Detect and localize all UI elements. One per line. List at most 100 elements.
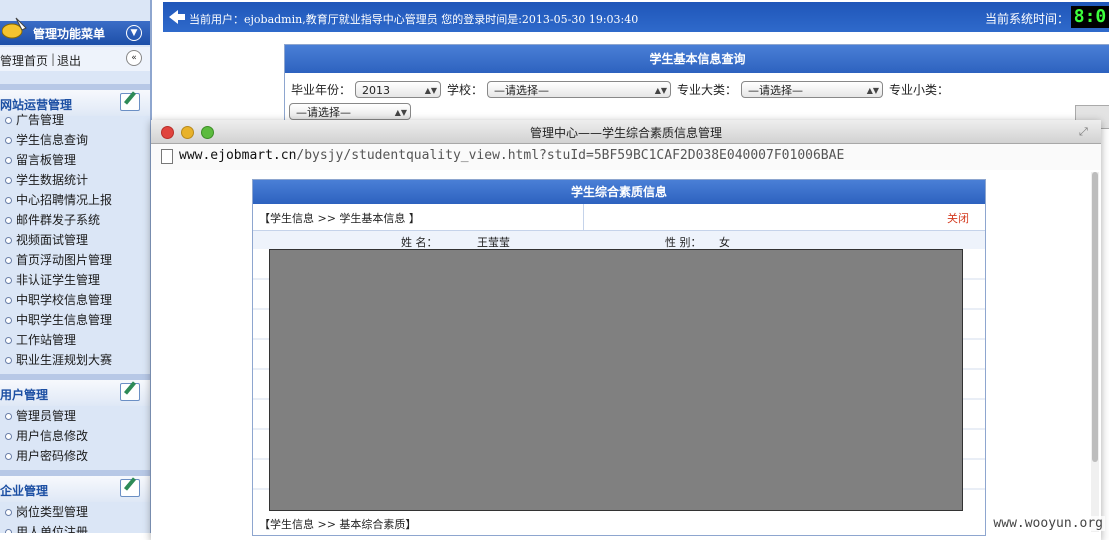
close-link[interactable]: 关闭 — [947, 210, 969, 226]
sidebar: 管理功能菜单 ▼ 管理首页 | 退出 « 网站运营管理 广告管理 学生信息查询 … — [0, 0, 152, 533]
sidebar-item-label: 学生数据统计 — [16, 173, 89, 187]
menu-header: 管理功能菜单 ▼ — [0, 17, 150, 45]
query-panel-title: 学生基本信息查询 — [285, 45, 1109, 73]
name-gender-row: 姓 名： 王莹莹 性 别： 女 — [253, 231, 985, 249]
school-select[interactable]: —请选择— ▲▼ — [487, 81, 671, 98]
student-quality-panel: 学生综合素质信息 【学生信息 >> 学生基本信息 】 关闭 姓 名： 王莹莹 性… — [252, 179, 986, 536]
bullet-icon — [5, 237, 12, 244]
logo-icon — [2, 17, 27, 39]
sidebar-item[interactable]: 用人单位注册 — [0, 522, 150, 533]
current-user-info: 当前用户：ejobadmin,教育厅就业指导中心管理员 您的登录时间是:2013… — [189, 13, 639, 26]
group-items-site-operations: 广告管理 学生信息查询 留言板管理 学生数据统计 中心招聘情况上报 邮件群发子系… — [0, 110, 150, 370]
sidebar-item-label: 管理员管理 — [16, 409, 77, 423]
redaction-block — [269, 249, 963, 511]
top-links: 管理首页 | 退出 « — [0, 47, 150, 71]
sidebar-item-label: 用人单位注册 — [16, 525, 89, 533]
url-text: www.ejobmart.cn/bysjy/studentquality_vie… — [179, 148, 844, 163]
major-subcategory-value: —请选择— — [296, 106, 351, 119]
breadcrumb-row: 【学生信息 >> 学生基本信息 】 关闭 — [253, 204, 985, 231]
bullet-icon — [5, 177, 12, 184]
breadcrumb-quality: 【学生信息 >> 基本综合素质】 — [259, 518, 417, 531]
collapse-sidebar-icon[interactable]: « — [126, 50, 142, 66]
bullet-icon — [5, 357, 12, 364]
divider — [583, 204, 584, 230]
major-category-label: 专业大类： — [677, 83, 738, 97]
sidebar-item-label: 中职学校信息管理 — [16, 293, 113, 307]
graduation-year-value: 2013 — [362, 84, 390, 97]
url-path: /bysjy/studentquality_view.html?stuId=5B… — [296, 148, 845, 163]
group-items-enterprise-management: 岗位类型管理 用人单位注册 — [0, 502, 150, 533]
name-value: 王莹莹 — [477, 236, 510, 249]
sidebar-item[interactable]: 邮件群发子系统 — [0, 210, 150, 230]
bullet-icon — [5, 197, 12, 204]
major-subcategory-label: 专业小类： — [889, 83, 950, 97]
sidebar-item[interactable]: 管理员管理 — [0, 406, 150, 426]
sidebar-item-label: 用户密码修改 — [16, 449, 89, 463]
bullet-icon — [5, 297, 12, 304]
sidebar-item[interactable]: 学生信息查询 — [0, 130, 150, 150]
window-title: 管理中心——学生综合素质信息管理 — [529, 126, 722, 140]
sidebar-item[interactable]: 用户信息修改 — [0, 426, 150, 446]
sidebar-item[interactable]: 非认证学生管理 — [0, 270, 150, 290]
sidebar-item[interactable]: 广告管理 — [0, 110, 150, 130]
sidebar-item[interactable]: 工作站管理 — [0, 330, 150, 350]
top-bar: 当前用户：ejobadmin,教育厅就业指导中心管理员 您的登录时间是:2013… — [163, 2, 1109, 32]
resize-icon[interactable]: ⤢ — [1079, 125, 1091, 138]
breadcrumb: 【学生信息 >> 学生基本信息 】 — [259, 212, 420, 225]
logout-link[interactable]: 退出 — [57, 52, 81, 69]
edit-icon[interactable] — [120, 383, 140, 401]
collapse-menu-icon[interactable]: ▼ — [126, 25, 142, 41]
major-subcategory-select[interactable]: —请选择— ▲▼ — [289, 103, 411, 120]
sidebar-item-label: 非认证学生管理 — [16, 273, 101, 287]
gender-value: 女 — [719, 236, 730, 249]
select-caret-icon: ▲▼ — [424, 86, 437, 95]
gender-label: 性 别： — [665, 236, 702, 249]
bullet-icon — [5, 433, 12, 440]
popup-window: 管理中心——学生综合素质信息管理 ⤢ www.ejobmart.cn/bysjy… — [151, 120, 1101, 540]
sidebar-item[interactable]: 中心招聘情况上报 — [0, 190, 150, 210]
graduation-year-select[interactable]: 2013 ▲▼ — [355, 81, 441, 98]
sidebar-item[interactable]: 中职学校信息管理 — [0, 290, 150, 310]
back-arrow-icon[interactable] — [169, 10, 185, 24]
sidebar-item[interactable]: 学生数据统计 — [0, 170, 150, 190]
bullet-icon — [5, 257, 12, 264]
home-link[interactable]: 管理首页 — [0, 52, 48, 69]
sidebar-item[interactable]: 视频面试管理 — [0, 230, 150, 250]
major-category-select[interactable]: —请选择— ▲▼ — [741, 81, 883, 98]
group-header-user-management[interactable]: 用户管理 — [0, 374, 150, 406]
sidebar-item-label: 岗位类型管理 — [16, 505, 89, 519]
edit-icon[interactable] — [120, 479, 140, 497]
school-label: 学校： — [447, 83, 484, 97]
sidebar-item[interactable]: 岗位类型管理 — [0, 502, 150, 522]
sidebar-item-label: 留言板管理 — [16, 153, 77, 167]
student-query-panel: 学生基本信息查询 毕业年份： 2013 ▲▼ 学校： —请选择— ▲▼ 专业大类： … — [284, 44, 1109, 129]
bullet-icon — [5, 137, 12, 144]
major-category-value: —请选择— — [748, 84, 803, 97]
page-icon — [161, 149, 173, 164]
system-time-label: 当前系统时间： — [984, 12, 1069, 26]
edit-icon[interactable] — [120, 93, 140, 111]
sidebar-item-label: 职业生涯规划大赛 — [16, 353, 113, 367]
school-value: —请选择— — [494, 84, 549, 97]
sidebar-item[interactable]: 中职学生信息管理 — [0, 310, 150, 330]
bullet-icon — [5, 277, 12, 284]
group-title: 用户管理 — [0, 388, 49, 402]
scrollbar[interactable] — [1091, 172, 1099, 532]
sidebar-item[interactable]: 首页浮动图片管理 — [0, 250, 150, 270]
sidebar-item[interactable]: 用户密码修改 — [0, 446, 150, 466]
sidebar-item-label: 首页浮动图片管理 — [16, 253, 113, 267]
sidebar-item-label: 用户信息修改 — [16, 429, 89, 443]
bullet-icon — [5, 117, 12, 124]
bullet-icon — [5, 509, 12, 516]
group-items-user-management: 管理员管理 用户信息修改 用户密码修改 — [0, 406, 150, 466]
bullet-icon — [5, 453, 12, 460]
name-label: 姓 名： — [401, 236, 438, 249]
popup-content: 学生综合素质信息 【学生信息 >> 学生基本信息 】 关闭 姓 名： 王莹莹 性… — [151, 170, 1101, 540]
address-bar[interactable]: www.ejobmart.cn/bysjy/studentquality_vie… — [151, 144, 1101, 171]
bullet-icon — [5, 157, 12, 164]
menu-title: 管理功能菜单 — [33, 27, 106, 41]
scrollbar-thumb[interactable] — [1092, 172, 1098, 462]
group-header-enterprise-management[interactable]: 企业管理 — [0, 470, 150, 502]
sidebar-item[interactable]: 留言板管理 — [0, 150, 150, 170]
sidebar-item[interactable]: 职业生涯规划大赛 — [0, 350, 150, 370]
